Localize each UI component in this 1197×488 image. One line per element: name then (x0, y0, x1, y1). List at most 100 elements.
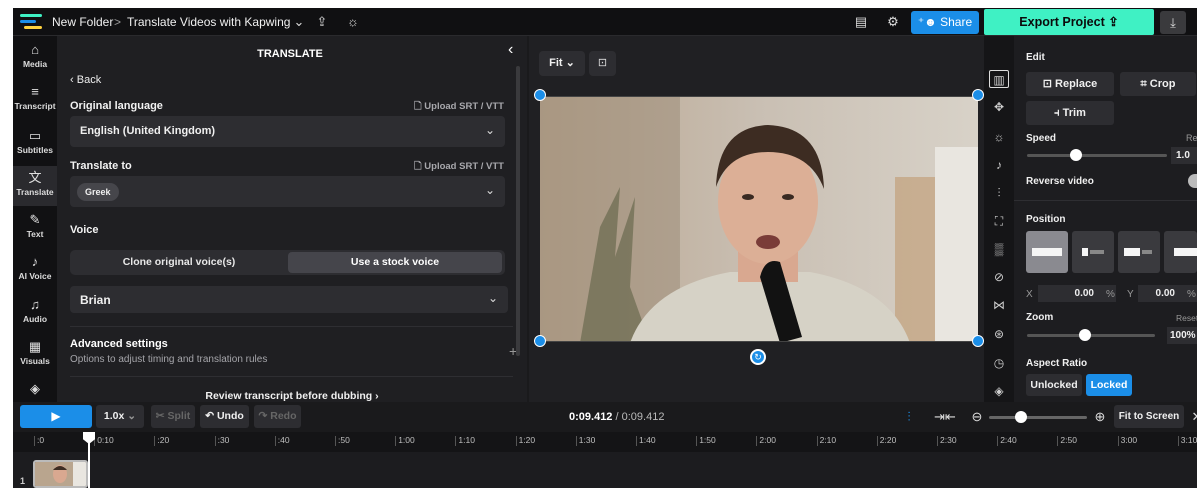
playback-speed-select[interactable]: 1.0x ⌄ (96, 405, 144, 428)
play-button[interactable]: ▶ (20, 405, 92, 428)
timeline-ruler[interactable]: :0 0:10:20:30:40:50 1:00 1:10 1:20 1:30 1:40 1:… (13, 432, 1197, 452)
nav-item-visuals[interactable]: ▦ Visuals (13, 339, 57, 366)
speed-slider-knob[interactable] (1070, 149, 1082, 161)
aspect-locked-button[interactable]: Locked (1086, 374, 1132, 396)
position-right-button[interactable] (1164, 231, 1197, 273)
zoom-in-icon[interactable]: ⊕ (1091, 408, 1109, 426)
nav-item-media[interactable]: ⌂ Media (13, 42, 57, 69)
split-view-icon[interactable]: ⫶ (900, 408, 918, 426)
zoom-slider-track[interactable] (1027, 334, 1155, 337)
divider (70, 326, 513, 327)
trim-button[interactable]: ⫞ Trim (1026, 101, 1114, 125)
x-value-input[interactable]: 0.00 (1038, 285, 1116, 302)
nav-item-audio[interactable]: ♫ Audio (13, 297, 57, 324)
pattern-icon[interactable]: ▒ (989, 240, 1009, 258)
move-icon[interactable]: ✥ (989, 98, 1009, 116)
subtitles-icon: ▭ (28, 128, 42, 143)
chevron-down-icon[interactable]: ⌄ (290, 13, 308, 31)
zoom-out-icon[interactable]: ⊖ (968, 408, 986, 426)
back-button[interactable]: ‹ Back (70, 74, 101, 86)
unlock-icon[interactable]: ⊡ (589, 51, 616, 76)
stock-voice-select[interactable]: Brian ⌄ (70, 286, 508, 313)
film-icon[interactable]: ▥ (989, 70, 1009, 88)
speed-slider-track[interactable] (1027, 154, 1167, 157)
crop-frame-icon[interactable]: ⛶ (989, 212, 1009, 230)
crop-button[interactable]: ⌗ Crop (1120, 72, 1196, 96)
ruler-tick: 2:50 (1057, 436, 1077, 446)
undo-button[interactable]: ↶ Undo (200, 405, 249, 428)
nav-item-ai-voice[interactable]: ♪ AI Voice (13, 254, 57, 281)
position-center-button[interactable] (1118, 231, 1160, 273)
position-label: Position (1026, 214, 1066, 225)
eraser-icon[interactable]: ⊘ (989, 268, 1009, 286)
nav-item-translate[interactable]: 文 Translate (13, 166, 57, 206)
close-icon[interactable]: ✕ (1188, 408, 1197, 426)
resize-handle-top-right[interactable] (972, 89, 984, 101)
project-title[interactable]: Translate Videos with Kapwing (127, 15, 290, 29)
speed-label: Speed (1026, 133, 1057, 144)
comment-icon[interactable]: ▤ (852, 13, 870, 31)
speed-value[interactable]: 1.0 (1171, 147, 1197, 164)
adjust-icon[interactable]: ☼ (989, 128, 1009, 146)
gear-icon[interactable]: ⚙ (884, 13, 902, 31)
reverse-video-toggle[interactable] (1188, 174, 1197, 188)
resize-handle-bottom-right[interactable] (972, 335, 984, 347)
original-language-label: Original language (70, 100, 163, 112)
zoom-slider-knob[interactable] (1078, 329, 1091, 341)
nav-item-layers[interactable]: ◈ (13, 381, 57, 398)
replace-button[interactable]: ⊡ Replace (1026, 72, 1114, 96)
download-button[interactable]: ⤓ (1160, 11, 1186, 34)
upload-srt-button-2[interactable]: 🗋 Upload SRT / VTT (414, 159, 504, 175)
advanced-settings-title[interactable]: Advanced settings (70, 338, 168, 350)
upload-srt-button-1[interactable]: 🗋 Upload SRT / VTT (414, 99, 504, 115)
timeline-zoom-knob[interactable] (1015, 411, 1027, 423)
collapse-panel-icon[interactable]: ‹ (508, 41, 513, 59)
timer-icon[interactable]: ◷ (989, 354, 1009, 372)
sun-icon[interactable]: ☼ (344, 13, 362, 31)
nav-item-text[interactable]: ✎ Text (13, 212, 57, 239)
nav-item-transcript[interactable]: ≡ Transcript (13, 84, 57, 111)
split-button[interactable]: ✂ Split (151, 405, 195, 428)
kapwing-logo[interactable] (20, 14, 42, 30)
fit-zoom-select[interactable]: Fit ⌄ (539, 51, 585, 76)
timeline-zoom-track[interactable] (989, 416, 1087, 419)
share-button[interactable]: ⁺☻ Share (911, 11, 979, 34)
nav-item-subtitles[interactable]: ▭ Subtitles (13, 128, 57, 155)
resize-handle-top-left[interactable] (534, 89, 546, 101)
tool-strip: ▥ ✥ ☼ ♪ ⫶ ⛶ ▒ ⊘ ⋈ ⊛ ◷ ◈ (984, 36, 1014, 402)
mixer-icon[interactable]: ⫶ (989, 184, 1009, 202)
redo-button[interactable]: ↷ Redo (254, 405, 301, 428)
resize-handle-bottom-left[interactable] (534, 335, 546, 347)
clone-voice-option[interactable]: Clone original voice(s) (73, 252, 285, 273)
position-fill-button[interactable] (1026, 231, 1068, 273)
download-icon: ⤓ (1170, 15, 1176, 30)
fit-to-screen-button[interactable]: Fit to Screen (1114, 405, 1184, 428)
panel-scrollbar[interactable] (516, 66, 520, 356)
language-chip[interactable]: Greek (77, 183, 119, 201)
left-nav: ⌂ Media ≡ Transcript ▭ Subtitles 文 Translate… (13, 36, 57, 402)
effects-icon[interactable]: ⊛ (989, 325, 1009, 343)
zoom-value[interactable]: 100% (1167, 327, 1197, 344)
breadcrumb-folder[interactable]: New Folder (52, 15, 113, 29)
speed-reset-link[interactable]: Re (1186, 133, 1197, 143)
audio-note-icon[interactable]: ♪ (989, 156, 1009, 174)
x-label: X (1026, 289, 1033, 300)
fit-width-icon[interactable]: ⇥⇤ (934, 408, 956, 426)
translate-to-select[interactable]: Greek ⌄ (70, 176, 505, 207)
layers-icon[interactable]: ◈ (989, 382, 1009, 400)
original-language-select[interactable]: English (United Kingdom) ⌄ (70, 116, 505, 147)
replace-icon: ⊡ (1042, 78, 1056, 90)
position-left-button[interactable] (1072, 231, 1114, 273)
transition-icon[interactable]: ⋈ (989, 296, 1009, 314)
video-track (13, 452, 1197, 488)
aspect-unlocked-button[interactable]: Unlocked (1026, 374, 1082, 396)
review-transcript-button[interactable]: Review transcript before dubbing › (57, 390, 527, 402)
zoom-reset-link[interactable]: Reset (1176, 313, 1197, 323)
video-preview[interactable] (540, 96, 978, 342)
upload-icon[interactable]: ⇪ (313, 13, 331, 31)
rotate-handle-icon[interactable]: ↻ (750, 349, 766, 365)
video-clip[interactable] (33, 460, 88, 488)
stock-voice-option[interactable]: Use a stock voice (288, 252, 502, 273)
export-project-button[interactable]: Export Project ⇪ (984, 9, 1154, 35)
text-icon: ✎ (29, 212, 41, 227)
